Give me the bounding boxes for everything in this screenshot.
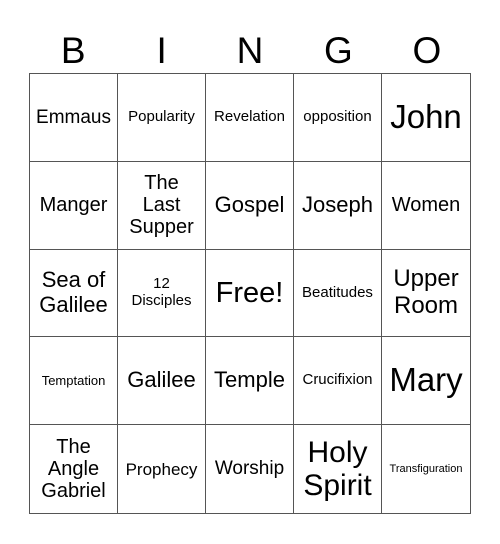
bingo-cell[interactable]: 12 Disciples: [118, 249, 206, 338]
bingo-cell[interactable]: Prophecy: [118, 425, 206, 513]
bingo-cell[interactable]: John: [382, 74, 470, 162]
bingo-card-grid: Emmaus Popularity Revelation opposition …: [29, 73, 471, 514]
bingo-cell[interactable]: Mary: [382, 337, 470, 426]
bingo-cell[interactable]: Upper Room: [382, 250, 470, 338]
bingo-cell[interactable]: Transfiguration: [382, 425, 470, 513]
header-letter-g: G: [324, 30, 353, 71]
bingo-cell[interactable]: Joseph: [294, 161, 382, 250]
bingo-cell[interactable]: Popularity: [118, 74, 206, 162]
header-letter-n: N: [236, 30, 264, 71]
bingo-cell[interactable]: Holy Spirit: [294, 425, 382, 513]
bingo-cell[interactable]: Sea of Galilee: [30, 249, 118, 338]
bingo-cell[interactable]: Worship: [206, 425, 294, 513]
header-letter-i: I: [156, 30, 167, 71]
bingo-cell[interactable]: Temple: [206, 337, 294, 426]
bingo-cell[interactable]: Gospel: [206, 161, 294, 250]
bingo-cell[interactable]: Temptation: [30, 337, 118, 426]
header-letter-b: B: [60, 30, 86, 71]
header-letter-o: O: [412, 30, 442, 71]
bingo-cell[interactable]: Crucifixion: [294, 337, 382, 426]
bingo-cell[interactable]: The Angle Gabriel: [30, 425, 118, 513]
bingo-header: B I N G O: [29, 30, 471, 72]
free-space-cell[interactable]: Free!: [206, 249, 294, 338]
bingo-cell[interactable]: The Last Supper: [118, 161, 206, 250]
bingo-cell[interactable]: Women: [382, 162, 470, 250]
bingo-cell[interactable]: Galilee: [118, 337, 206, 426]
bingo-cell[interactable]: Emmaus: [30, 74, 118, 162]
bingo-cell[interactable]: Manger: [30, 161, 118, 250]
bingo-cell[interactable]: Revelation: [206, 74, 294, 162]
bingo-cell[interactable]: opposition: [294, 74, 382, 162]
bingo-cell[interactable]: Beatitudes: [294, 249, 382, 338]
